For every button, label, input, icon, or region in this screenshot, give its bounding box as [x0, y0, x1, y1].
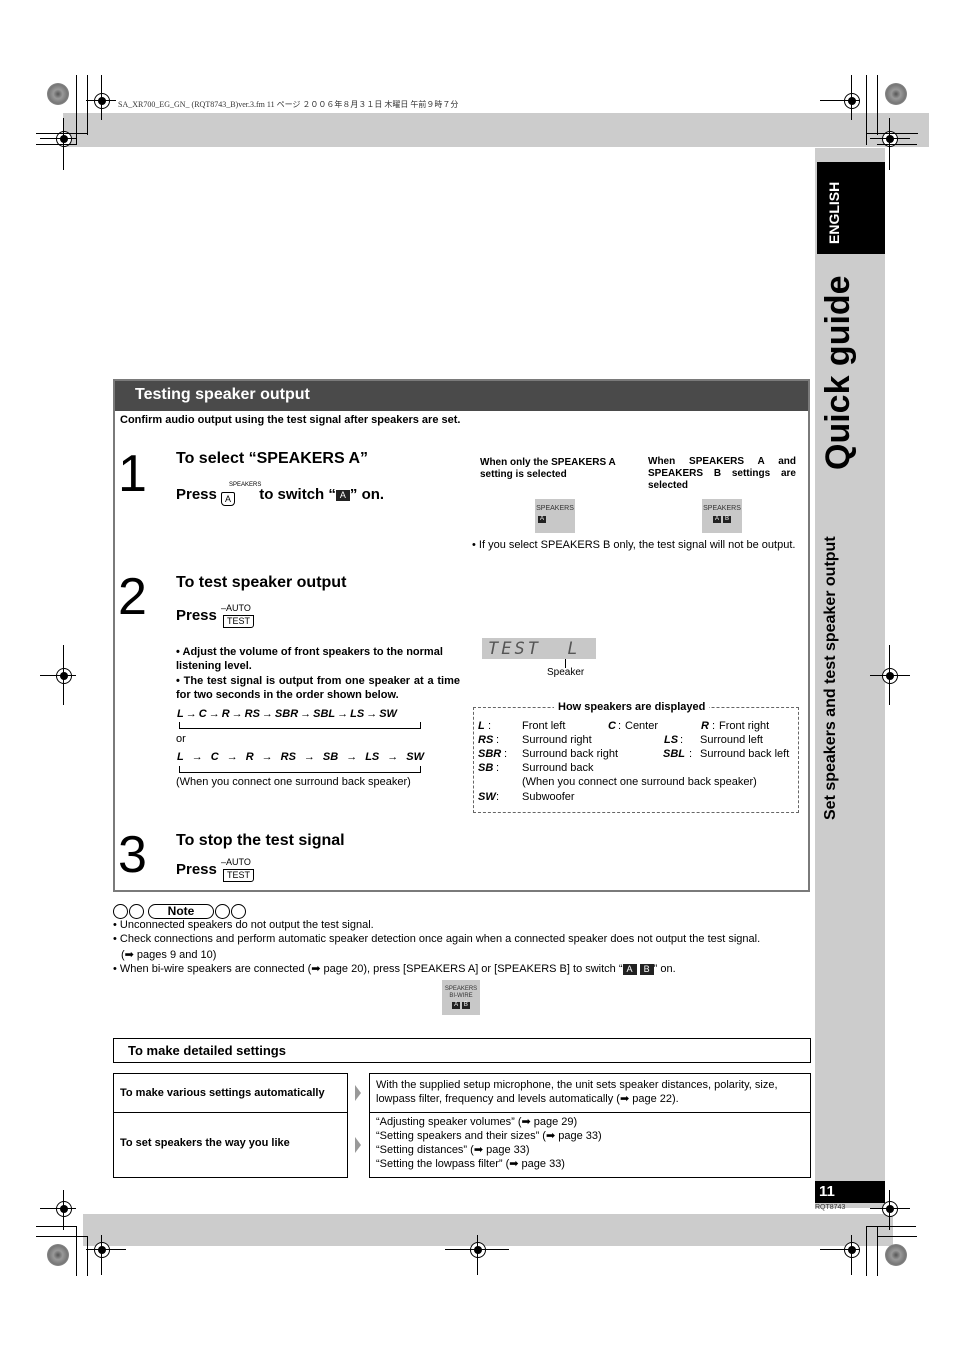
speaker-legend: How speakers are displayed L: Front left… — [473, 701, 799, 813]
section-title: Quick guide — [819, 275, 857, 470]
crosshair-mark-icon — [844, 93, 860, 109]
step-title: To stop the test signal — [176, 832, 345, 849]
registration-disc-icon — [47, 83, 69, 105]
note-item-ref: (➡ pages 9 and 10) — [121, 949, 217, 961]
sequence-step: R — [245, 751, 254, 763]
sequence-step: RS — [244, 708, 260, 720]
arrow-right-icon: → — [346, 751, 358, 763]
or-text: or — [176, 733, 186, 745]
arrow-right-icon: → — [387, 751, 399, 763]
panel-title: Testing speaker output — [135, 386, 310, 403]
top-gray-band — [63, 113, 929, 147]
sequence-1: L → C → R → RS → SBR → SBL → LS → SW — [177, 708, 397, 720]
speaker-pointer-label: Speaker — [547, 667, 585, 678]
registration-disc-icon — [47, 1244, 69, 1266]
sequence-step: LS — [350, 708, 365, 720]
legend-title: How speakers are displayed — [554, 701, 710, 713]
note-item: • Unconnected speakers do not output the… — [113, 919, 374, 931]
language-label: ENGLISH — [826, 181, 842, 244]
sequence-step: L — [177, 708, 184, 720]
arrow-right-icon: → — [226, 751, 238, 763]
arrow-right-icon: → — [300, 708, 312, 720]
note-item: • When bi-wire speakers are connected (➡… — [113, 963, 676, 975]
chevron-right-icon — [355, 1085, 361, 1101]
sequence-step: SBL — [313, 708, 336, 720]
display-caption-a-only: When only the SPEAKERS A setting is sele… — [480, 457, 616, 480]
step-title: To test speaker output — [176, 574, 347, 591]
arrow-right-icon: → — [366, 708, 378, 720]
sequence-2-note: (When you connect one surround back spea… — [176, 776, 411, 788]
crosshair-mark-icon — [56, 1201, 72, 1217]
button-caption: SPEAKERS — [229, 482, 262, 488]
page-number: 11 — [819, 1183, 835, 1200]
sequence-step: C — [198, 708, 207, 720]
speakers-b-note: • If you select SPEAKERS B only, the tes… — [472, 539, 796, 551]
display-caption-a-and-b: When SPEAKERS A and SPEAKERS B settings … — [648, 456, 796, 491]
sequence-step: RS — [280, 751, 296, 763]
bullet-item: • The test signal is output from one spe… — [176, 675, 460, 701]
row-label: To set speakers the way you like — [120, 1137, 290, 1149]
sequence-loop-line — [179, 766, 421, 773]
lcd-bi-wire: SPEAKERS BI-WIRE A B — [442, 980, 480, 1015]
crosshair-mark-icon — [94, 93, 110, 109]
crosshair-mark-icon — [844, 1242, 860, 1258]
note-item: • Check connections and perform automati… — [113, 933, 761, 945]
speakers-a-button-icon: A — [221, 492, 236, 506]
arrow-right-icon: → — [185, 708, 197, 720]
arrow-right-icon: → — [191, 751, 203, 763]
auto-test-button-icon: –AUTO TEST — [221, 603, 255, 629]
step-title: To select “SPEAKERS A” — [176, 450, 369, 467]
sequence-loop-line — [179, 722, 421, 729]
bottom-gray-band — [83, 1214, 893, 1246]
arrow-right-icon: → — [303, 751, 315, 763]
sequence-2: L → C → R → RS → SB → LS → SW — [177, 751, 424, 763]
print-file-header: SA_XR700_EG_GN_ (RQT8743_B)ver.3.fm 11 ペ… — [118, 100, 459, 109]
lcd-test-display: TEST L — [482, 638, 596, 659]
arrow-right-icon: → — [337, 708, 349, 720]
chevron-right-icon — [355, 1137, 361, 1153]
doc-code: RQT8743 — [815, 1204, 846, 1211]
crosshair-mark-icon — [470, 1242, 486, 1258]
sequence-step: SBR — [274, 708, 299, 720]
sequence-step: SW — [379, 708, 397, 720]
arrow-right-icon: → — [261, 708, 273, 720]
crosshair-mark-icon — [94, 1242, 110, 1258]
step-instruction: Press –AUTO TEST — [176, 603, 255, 629]
step-number: 1 — [118, 445, 147, 503]
crosshair-mark-icon — [882, 1201, 898, 1217]
step-number: 3 — [118, 826, 147, 884]
sequence-step: SB — [322, 751, 339, 763]
crosshair-mark-icon — [882, 668, 898, 684]
indicator-a: A — [335, 489, 350, 501]
sequence-step: C — [210, 751, 219, 763]
detailed-labels-column: To make various settings automatically T… — [113, 1073, 348, 1178]
step-instruction: Press SPEAKERS A to switch “A” on. — [176, 482, 385, 506]
panel-header: Testing speaker output — [115, 381, 808, 411]
registration-disc-icon — [885, 1244, 907, 1266]
registration-disc-icon — [885, 83, 907, 105]
lcd-speakers-a-b: SPEAKERS A B — [702, 499, 742, 533]
auto-test-button-icon: –AUTO TEST — [221, 857, 255, 883]
sequence-step: LS — [365, 751, 380, 763]
sequence-step: L — [177, 751, 184, 763]
sequence-step: R — [221, 708, 230, 720]
subsection-title: Set speakers and test speaker output — [822, 536, 839, 820]
sequence-step: SW — [406, 751, 424, 763]
bullet-item: • Adjust the volume of front speakers to… — [176, 646, 443, 672]
lcd-speakers-a: SPEAKERS A — [535, 499, 575, 533]
row-label: To make various settings automatically — [120, 1087, 325, 1099]
detailed-settings-header: To make detailed settings — [113, 1038, 811, 1063]
detailed-text-column: With the supplied setup microphone, the … — [369, 1073, 811, 1178]
intro-text: Confirm audio output using the test sign… — [120, 414, 461, 426]
step-number: 2 — [118, 568, 147, 626]
arrow-right-icon: → — [261, 751, 273, 763]
arrow-right-icon: → — [208, 708, 220, 720]
crosshair-mark-icon — [56, 668, 72, 684]
page-number-box: 11 — [815, 1181, 885, 1203]
arrow-right-icon: → — [231, 708, 243, 720]
step-instruction: Press –AUTO TEST — [176, 857, 255, 883]
note-label: Note — [148, 904, 214, 919]
